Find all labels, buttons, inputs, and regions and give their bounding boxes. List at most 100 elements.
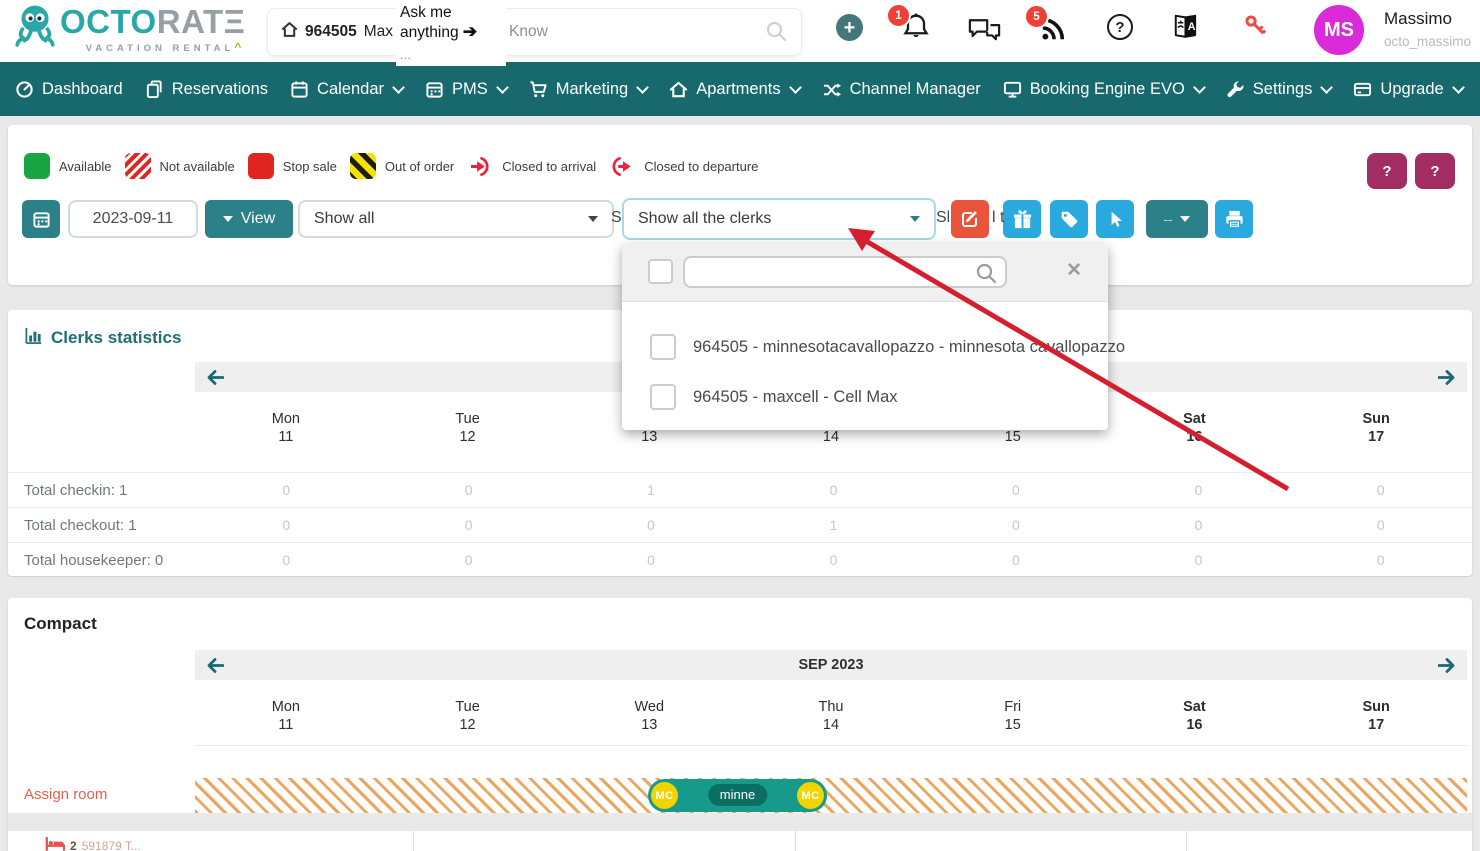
nav-item-channel-manager[interactable]: Channel Manager xyxy=(811,62,992,116)
search-icon[interactable] xyxy=(765,20,787,47)
chevron-down-icon xyxy=(1321,81,1334,94)
next-week-arrow[interactable] xyxy=(1438,370,1455,385)
nav-item-calendar[interactable]: Calendar xyxy=(279,62,414,116)
ask-me-anything[interactable]: Ask me anything ➔ ... xyxy=(396,0,506,66)
key-icon[interactable] xyxy=(1242,12,1270,45)
day-header-sat-16: Sat16 xyxy=(1104,698,1286,734)
legend-item-out-of-order: Out of order xyxy=(350,153,454,179)
brand-name: OCTORATΞ xyxy=(60,2,245,42)
legend-label: Closed to departure xyxy=(644,159,758,174)
status-legend: Available Not available Stop sale Out of or… xyxy=(24,153,758,179)
nav-item-booking-engine-evo[interactable]: Booking Engine EVO xyxy=(992,62,1215,116)
legend-item-closed-arrival: Closed to arrival xyxy=(467,153,596,179)
show-all-select[interactable]: Show all xyxy=(298,200,614,238)
row-gap xyxy=(8,813,1472,831)
help-icon[interactable]: ? xyxy=(1107,14,1133,40)
nav-item-dashboard[interactable]: Dashboard xyxy=(4,62,134,116)
occluded-text-fragment: Sh xyxy=(611,209,622,227)
stats-cell: 0 xyxy=(1107,517,1289,533)
next-week-arrow[interactable] xyxy=(1438,658,1455,673)
clerk-option-label: 964505 - minnesotacavallopazzo - minneso… xyxy=(693,338,1125,357)
assign-room-label[interactable]: Assign room xyxy=(24,786,107,803)
more-dropdown-button[interactable]: -- xyxy=(1146,200,1208,238)
checkbox-icon[interactable] xyxy=(650,384,676,410)
clerks-search-input[interactable] xyxy=(683,256,1007,288)
nav-item-pms[interactable]: PMS xyxy=(414,62,518,116)
add-button[interactable]: + xyxy=(836,14,863,41)
nav-item-reservations[interactable]: Reservations xyxy=(134,62,279,116)
unassigned-stripes xyxy=(195,778,1467,813)
nav-item-apartments[interactable]: Apartments xyxy=(658,62,810,116)
day-header-mon-11: Mon11 xyxy=(195,698,377,734)
stats-row-values: 0001000 xyxy=(195,517,1472,533)
assign-room-row: Assign room MC minne MC xyxy=(8,778,1472,813)
nav-item-label: Apartments xyxy=(696,80,780,99)
room-row-partial: 2 591879 T... xyxy=(8,831,1472,851)
property-search-box[interactable]: 964505 Max Ho Ask me anything ➔ ... Know xyxy=(267,8,802,56)
out-of-order-icon xyxy=(350,153,376,179)
help-button-1[interactable]: ? xyxy=(1367,153,1407,189)
pointer-button[interactable] xyxy=(1096,200,1134,238)
clerk-initials-badge: MC xyxy=(651,782,678,809)
edit-button[interactable] xyxy=(951,200,989,238)
previous-week-arrow[interactable] xyxy=(207,370,224,385)
clerks-statistics-title: Clerks statistics xyxy=(24,326,181,350)
stats-cell: 0 xyxy=(377,482,559,498)
not-available-icon xyxy=(125,153,151,179)
stats-cell: 0 xyxy=(1107,482,1289,498)
stats-cell: 0 xyxy=(377,552,559,568)
bed-icon xyxy=(45,835,65,851)
nav-item-label: Upgrade xyxy=(1380,80,1443,99)
room-name: 591879 T... xyxy=(82,839,141,851)
select-all-checkbox[interactable] xyxy=(648,259,673,284)
pms-icon xyxy=(425,80,444,99)
legend-item-available: Available xyxy=(24,153,112,179)
print-button[interactable] xyxy=(1215,200,1253,238)
legend-label: Not available xyxy=(160,159,235,174)
chat-icon[interactable] xyxy=(968,17,1001,48)
octorate-logo[interactable]: OCTORATΞ VACATION RENTAL^ xyxy=(12,2,245,55)
gift-button[interactable] xyxy=(1003,200,1041,238)
day-header-thu-14: Thu14 xyxy=(740,698,922,734)
occluded-text-fragment: l t xyxy=(992,209,1006,227)
compact-title: Compact xyxy=(24,614,97,634)
day-header-tue-12: Tue12 xyxy=(377,410,559,446)
chevron-down-icon xyxy=(789,81,802,94)
stop-sale-icon xyxy=(248,153,274,179)
chevron-down-icon xyxy=(636,81,649,94)
cell-divider xyxy=(1186,831,1187,851)
previous-week-arrow[interactable] xyxy=(207,658,224,673)
tag-button[interactable] xyxy=(1050,200,1088,238)
main-nav: DashboardReservationsCalendarPMSMarketin… xyxy=(0,62,1480,116)
legend-label: Available xyxy=(59,159,112,174)
clerk-option[interactable]: 964505 - maxcell - Cell Max xyxy=(622,374,1108,420)
view-dropdown-button[interactable]: View xyxy=(205,200,293,238)
date-input[interactable]: 2023-09-11 xyxy=(68,200,198,238)
bar-chart-icon xyxy=(24,326,43,350)
nav-item-marketing[interactable]: Marketing xyxy=(518,62,658,116)
nav-item-settings[interactable]: Settings xyxy=(1215,62,1343,116)
calendar-picker-button[interactable] xyxy=(22,200,60,238)
caret-down-icon xyxy=(588,216,598,222)
legend-item-stop-sale: Stop sale xyxy=(248,153,337,179)
help-button-2[interactable]: ? xyxy=(1415,153,1455,189)
stats-row-label: Total checkin: 1 xyxy=(8,482,195,499)
nav-item-label: Settings xyxy=(1253,80,1313,99)
property-code: 964505 xyxy=(305,23,357,41)
guest-name-tag: minne xyxy=(708,784,767,806)
translate-icon[interactable]: A xyxy=(1172,12,1200,45)
clerks-filter-select[interactable]: Show all the clerks xyxy=(622,198,936,240)
settings-icon xyxy=(1226,80,1245,99)
nav-item-upgrade[interactable]: Upgrade xyxy=(1342,62,1473,116)
search-hint-text: Know xyxy=(509,23,548,41)
clerk-option-label: 964505 - maxcell - Cell Max xyxy=(693,388,898,407)
checkbox-icon[interactable] xyxy=(650,334,676,360)
user-avatar[interactable]: MS xyxy=(1314,5,1364,55)
day-header-sun-17: Sun17 xyxy=(1285,410,1467,446)
booking-bar[interactable]: MC minne MC xyxy=(648,779,827,812)
clerks-dropdown-panel: ✕ 964505 - minnesotacavallopazzo - minne… xyxy=(622,244,1108,430)
stats-row: Total checkin: 10010000 xyxy=(8,472,1472,507)
clerk-option[interactable]: 964505 - minnesotacavallopazzo - minneso… xyxy=(622,324,1108,370)
closed-departure-icon xyxy=(609,153,635,179)
close-icon[interactable]: ✕ xyxy=(1066,259,1082,282)
